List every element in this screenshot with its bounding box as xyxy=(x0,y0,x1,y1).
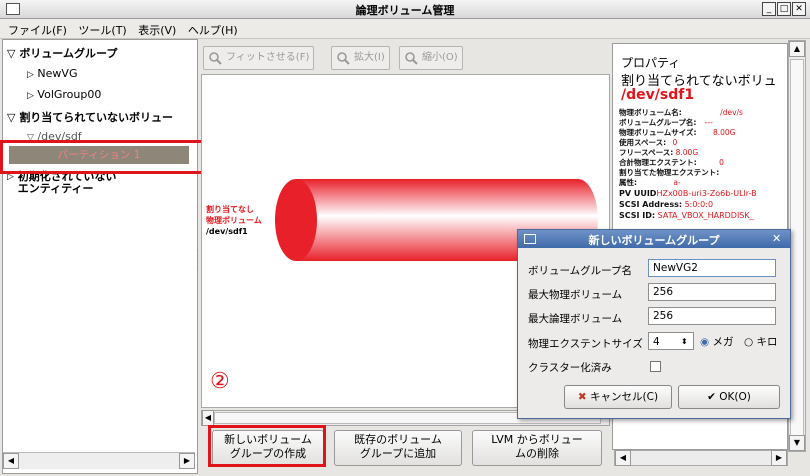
scroll-down-icon[interactable]: ▼ xyxy=(789,435,805,451)
menu-view[interactable]: 表示(V) xyxy=(138,22,176,38)
canvas-toolbar: フィットさせる(F) 拡大(I) 縮小(O) xyxy=(201,44,606,70)
scroll-thumb[interactable] xyxy=(790,59,804,436)
tree-vg-header[interactable]: ▽ ボリュームグループ xyxy=(7,45,117,61)
maximize-button[interactable]: □ xyxy=(777,2,791,16)
properties-device: /dev/sdf1 xyxy=(621,87,695,103)
max-pv-label: 最大物理ボリューム xyxy=(528,289,623,301)
close-button[interactable]: ✕ xyxy=(792,2,806,16)
clustered-label: クラスター化済み xyxy=(528,362,612,374)
vg-name-label: ボリュームグループ名 xyxy=(528,265,633,277)
tree-item-volgroup00[interactable]: ▷ VolGroup00 xyxy=(27,88,101,101)
volume-tree: ▽ ボリュームグループ ▷ NewVG ▷ VolGroup00 ▽ 割り当てら… xyxy=(2,39,198,474)
max-lv-input[interactable] xyxy=(648,307,776,325)
tree-horizontal-scrollbar[interactable]: ◀ ▶ xyxy=(3,452,195,469)
clustered-checkbox[interactable] xyxy=(650,361,661,372)
zoom-out-icon xyxy=(405,52,418,65)
cancel-button[interactable]: ✖ キャンセル(C) xyxy=(564,385,672,409)
ok-check-icon: ✔ xyxy=(707,391,716,403)
extent-size-label: 物理エクステントサイズ xyxy=(528,338,643,350)
scroll-left-icon[interactable]: ◀ xyxy=(3,453,19,469)
menu-file[interactable]: ファイル(F) xyxy=(8,22,67,38)
collapsed-arrow-icon[interactable]: ▷ xyxy=(27,70,34,80)
zoom-in-button[interactable]: 拡大(I) xyxy=(331,46,390,70)
unit-kilo-radio[interactable]: ○ キロ xyxy=(744,334,778,349)
extent-size-spinner[interactable]: 4 ⬍ xyxy=(648,332,694,350)
max-lv-label: 最大論理ボリューム xyxy=(528,313,623,325)
window-titlebar: 論理ボリューム管理 _ □ ✕ xyxy=(0,0,810,19)
scroll-left-icon[interactable]: ◀ xyxy=(615,450,631,466)
remove-from-lvm-button[interactable]: LVM からボリュー ムの削除 xyxy=(472,430,602,466)
zoom-in-icon xyxy=(337,52,350,65)
menu-tools[interactable]: ツール(T) xyxy=(78,22,126,38)
pv-label: 割り当てなし 物理ボリューム /dev/sdf1 xyxy=(206,205,262,236)
dialog-titlebar: 新しいボリュームグループ ✕ xyxy=(518,230,790,248)
minimize-button[interactable]: _ xyxy=(762,2,776,16)
scroll-up-icon[interactable]: ▲ xyxy=(789,41,805,57)
expanded-arrow-icon[interactable]: ▽ xyxy=(7,111,15,124)
zoom-out-button[interactable]: 縮小(O) xyxy=(399,46,463,70)
prop-row: PV UUIDHZx00B-uri3-Zo6b-ULlr-B xyxy=(619,189,757,198)
unit-mega-radio[interactable]: ◉ メガ xyxy=(700,334,734,349)
prop-row: SCSI ID: SATA_VBOX_HARDDISK_ xyxy=(619,211,754,220)
tree-uninit-header[interactable]: ▷ 初期化されていない エンティティー xyxy=(7,171,116,195)
properties-horizontal-scrollbar[interactable]: ◀ ▶ xyxy=(614,450,788,466)
annotation-mark-2: ② xyxy=(210,369,230,394)
cancel-x-icon: ✖ xyxy=(577,391,587,403)
add-to-vg-button[interactable]: 既存のボリューム グループに追加 xyxy=(334,430,462,466)
scroll-left-icon[interactable]: ◀ xyxy=(202,410,214,426)
menubar: ファイル(F) ツール(T) 表示(V) ヘルプ(H) xyxy=(0,19,810,39)
prop-row: SCSI Address: 5:0:0:0 xyxy=(619,200,714,209)
window-title: 論理ボリューム管理 xyxy=(355,4,455,17)
spinner-arrows-icon[interactable]: ⬍ xyxy=(681,333,688,351)
menu-help[interactable]: ヘルプ(H) xyxy=(188,22,238,38)
dialog-title: 新しいボリュームグループ xyxy=(588,234,720,247)
tree-unalloc-header[interactable]: ▽ 割り当てられていないボリュー xyxy=(7,109,173,125)
tree-item-newvg[interactable]: ▷ NewVG xyxy=(27,67,77,80)
fit-button[interactable]: フィットさせる(F) xyxy=(203,46,315,70)
new-vg-dialog: 新しいボリュームグループ ✕ ボリュームグループ名 最大物理ボリューム 最大論理… xyxy=(517,229,791,419)
scroll-right-icon[interactable]: ▶ xyxy=(771,450,787,466)
scroll-right-icon[interactable]: ▶ xyxy=(179,453,195,469)
expanded-arrow-icon[interactable]: ▽ xyxy=(7,47,15,60)
max-pv-input[interactable] xyxy=(648,283,776,301)
magnifier-icon xyxy=(209,52,222,65)
collapsed-arrow-icon[interactable]: ▷ xyxy=(27,91,34,101)
prop-row: 属性: a- xyxy=(619,178,681,187)
dialog-close-icon[interactable]: ✕ xyxy=(772,232,781,245)
radio-unchecked-icon[interactable]: ○ xyxy=(744,336,753,348)
ok-button[interactable]: ✔ OK(O) xyxy=(678,385,780,409)
tree-uninit-line2: エンティティー xyxy=(17,182,94,195)
radio-checked-icon[interactable]: ◉ xyxy=(700,336,709,348)
vg-name-input[interactable] xyxy=(648,259,776,277)
annotation-box-1 xyxy=(0,140,222,174)
annotation-box-2 xyxy=(208,425,326,467)
properties-heading: プロパティ xyxy=(621,56,681,70)
